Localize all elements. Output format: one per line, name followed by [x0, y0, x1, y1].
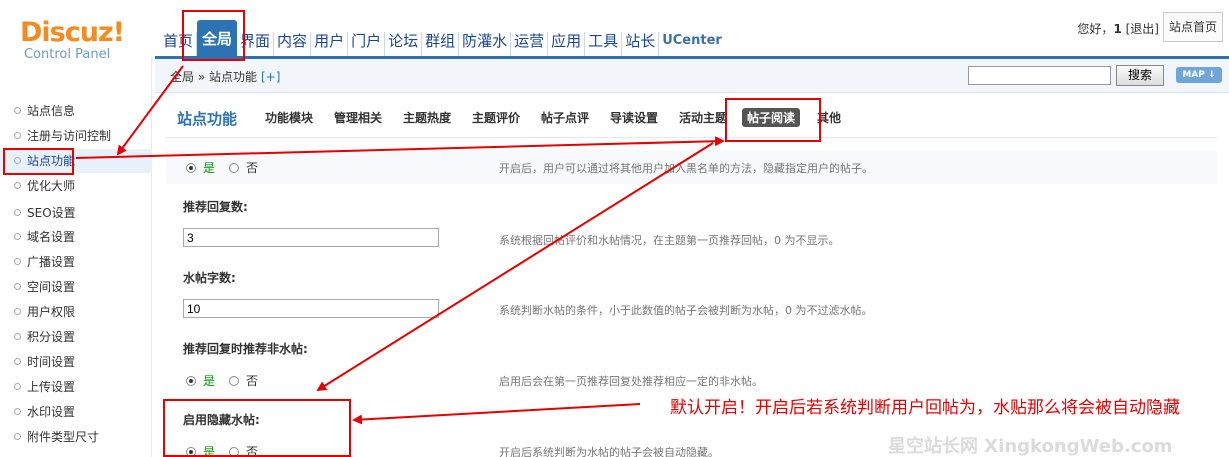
- sidebar-item-space[interactable]: 空间设置: [0, 275, 152, 299]
- sidebar: 站点信息 注册与访问控制 站点功能 优化大师 SEO设置 域名设置 广播设置 空…: [0, 58, 152, 457]
- sidebar-item-permissions[interactable]: 用户权限: [0, 300, 152, 324]
- nav-item-content[interactable]: 内容: [274, 32, 312, 56]
- sidebar-item-upload[interactable]: 上传设置: [0, 375, 152, 399]
- radio-yes[interactable]: [186, 162, 196, 173]
- highlight-box-hide-water: [163, 399, 351, 457]
- watermark: 星空站长网 XingkongWeb.com: [888, 436, 1173, 457]
- nav-item-forum[interactable]: 论坛: [385, 32, 423, 56]
- blacklist-tip: 开启后，用户可以通过将其他用户加入黑名单的方法，隐藏指定用户的帖子。: [499, 162, 873, 175]
- logout-link[interactable]: [退出]: [1126, 22, 1159, 36]
- nav-item-apps[interactable]: 应用: [548, 32, 586, 56]
- bullet-icon: [14, 408, 21, 415]
- sidebar-item-domain[interactable]: 域名设置: [0, 225, 152, 249]
- sidebar-item-time[interactable]: 时间设置: [0, 350, 152, 374]
- add-shortcut-link[interactable]: [+]: [261, 70, 280, 84]
- logo-brand: Discuz!: [20, 17, 125, 48]
- bullet-icon: [14, 182, 21, 189]
- breadcrumb-path[interactable]: 全局 » 站点功能: [170, 70, 257, 84]
- username: 1: [1113, 22, 1122, 36]
- site-home-button[interactable]: 站点首页: [1163, 12, 1223, 42]
- map-button[interactable]: MAP ↓: [1176, 67, 1222, 83]
- sidebar-item-attachment-types[interactable]: 附件类型尺寸: [0, 425, 152, 449]
- bullet-icon: [14, 308, 21, 315]
- recommend-non-water-radio-group: 是否: [186, 372, 258, 389]
- bullet-icon: [14, 383, 21, 390]
- page-title: 站点功能: [177, 110, 238, 128]
- tab-topic-heat[interactable]: 主题热度: [403, 109, 451, 126]
- sidebar-item-watermark[interactable]: 水印设置: [0, 400, 152, 424]
- tab-post-comment[interactable]: 帖子点评: [541, 109, 589, 126]
- bullet-icon: [14, 258, 21, 265]
- bullet-icon: [14, 433, 21, 440]
- bullet-icon: [14, 132, 21, 139]
- nav-item-groups[interactable]: 群组: [422, 32, 460, 56]
- recommend-non-water-tip: 启用后会在第一页推荐回复处推荐相应一定的非水帖。: [499, 375, 763, 388]
- highlight-box-post-reading: [725, 98, 821, 142]
- breadcrumb: 全局 » 站点功能 [+]: [170, 68, 280, 85]
- bullet-icon: [14, 358, 21, 365]
- recommend-count-label: 推荐回复数:: [183, 200, 248, 214]
- logo[interactable]: Discuz! Control Panel: [20, 18, 135, 62]
- tab-management[interactable]: 管理相关: [334, 109, 382, 126]
- sidebar-item-credits[interactable]: 积分设置: [0, 325, 152, 349]
- sidebar-item-broadcast[interactable]: 广播设置: [0, 250, 152, 274]
- nav-item-antispam[interactable]: 防灌水: [459, 32, 512, 56]
- hide-water-tip: 开启后系统判断为水帖的帖子会被自动隐藏。: [499, 446, 719, 457]
- sidebar-item-site-info[interactable]: 站点信息: [0, 99, 152, 123]
- recommend-count-input[interactable]: [183, 228, 439, 247]
- recommend-count-tip: 系统根据回帖评价和水帖情况，在主题第一页推荐回帖，0 为不显示。: [499, 234, 840, 247]
- sidebar-item-optimizer[interactable]: 优化大师: [0, 174, 152, 198]
- bullet-icon: [14, 107, 21, 114]
- sub-nav: 站点功能 功能模块 管理相关 主题热度 主题评价 帖子点评 导读设置 活动主题 …: [166, 98, 1217, 138]
- water-words-tip: 系统判断水帖的条件，小于此数值的帖子会被判断为水帖，0 为不过滤水帖。: [499, 304, 873, 317]
- tab-feature-modules[interactable]: 功能模块: [265, 109, 313, 126]
- sidebar-item-register-access[interactable]: 注册与访问控制: [0, 124, 152, 148]
- water-words-input[interactable]: [183, 299, 439, 318]
- bullet-icon: [14, 233, 21, 240]
- bullet-icon: [14, 333, 21, 340]
- tab-topic-rating[interactable]: 主题评价: [472, 109, 520, 126]
- sidebar-item-seo[interactable]: SEO设置: [0, 201, 152, 225]
- radio-yes[interactable]: [186, 375, 196, 386]
- highlight-box-global: [182, 10, 245, 61]
- blacklist-radio-group: 是否: [186, 159, 258, 176]
- water-words-label: 水帖字数:: [183, 271, 236, 285]
- highlight-box-site-features: [3, 148, 74, 175]
- annotation-note: 默认开启！开启后若系统判断用户回帖为，水贴那么将会被自动隐藏: [670, 398, 1180, 418]
- user-area: 您好，1 [退出]: [1077, 20, 1159, 37]
- bullet-icon: [14, 283, 21, 290]
- nav-item-portal[interactable]: 门户: [348, 32, 386, 56]
- radio-no[interactable]: [229, 375, 240, 386]
- radio-no[interactable]: [229, 162, 240, 173]
- greeting: 您好，: [1077, 22, 1114, 36]
- tab-activity-topic[interactable]: 活动主题: [679, 109, 727, 126]
- nav-item-tools[interactable]: 工具: [585, 32, 623, 56]
- tab-guide-settings[interactable]: 导读设置: [610, 109, 658, 126]
- search-button[interactable]: 搜索: [1116, 65, 1164, 86]
- breadcrumb-bar: 全局 » 站点功能 [+] 搜索 MAP ↓: [155, 59, 1229, 93]
- nav-item-operations[interactable]: 运营: [511, 32, 549, 56]
- nav-item-ucenter[interactable]: UCenter: [659, 32, 725, 56]
- recommend-non-water-label: 推荐回复时推荐非水帖:: [183, 342, 308, 356]
- bullet-icon: [14, 209, 21, 216]
- nav-item-webmaster[interactable]: 站长: [622, 32, 660, 56]
- search-input[interactable]: [968, 66, 1111, 85]
- nav-item-users[interactable]: 用户: [311, 32, 349, 56]
